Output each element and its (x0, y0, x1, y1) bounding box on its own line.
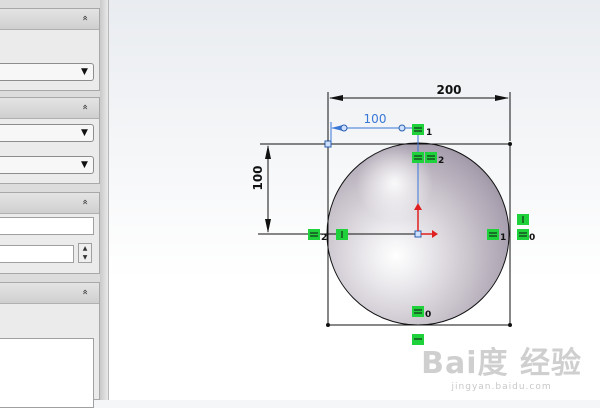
relation-label-bottom-center: 0 (425, 310, 431, 320)
dim-arrow-icon (329, 95, 343, 101)
dim-200-text[interactable]: 200 (436, 83, 461, 97)
relation-horizontal-icon[interactable] (412, 306, 424, 317)
sketch-point-top-right[interactable] (508, 142, 512, 146)
dropdown-3[interactable]: ▼ (0, 156, 94, 174)
collapse-icon[interactable]: » (79, 100, 93, 114)
chevron-down-icon: ▼ (81, 67, 88, 77)
property-group-3: » ▲ ▼ (0, 192, 100, 274)
property-group-4: » (0, 282, 100, 408)
chevron-down-icon: ▼ (81, 128, 88, 138)
relation-label-left-mid: 2 (321, 233, 327, 243)
panel-splitter[interactable] (100, 0, 109, 400)
sketch-point-top-left[interactable] (324, 140, 332, 148)
selection-listbox[interactable] (0, 338, 94, 408)
group-header[interactable]: » (0, 9, 99, 30)
relation-label-top-right: 1 (426, 128, 432, 138)
watermark-url: jingyan.baidu.com (451, 382, 552, 392)
relation-horizontal-icon[interactable] (517, 229, 529, 240)
property-group-1: » ▼ (0, 8, 100, 91)
relation-vertical-icon[interactable] (517, 214, 529, 225)
dim-100-text[interactable]: 100 (251, 165, 265, 190)
spinner-control[interactable]: ▲ ▼ (78, 243, 92, 263)
dim-arrow-icon (495, 95, 509, 101)
dropdown-1[interactable]: ▼ (0, 63, 94, 81)
relation-horizontal-icon[interactable] (412, 152, 424, 163)
dim-offset-text[interactable]: 100 (364, 112, 387, 126)
graphics-area[interactable]: 200 100 100 1 2 2 1 0 0 Bai度 经验 jingyan.… (109, 0, 600, 400)
relation-horizontal-icon[interactable] (412, 124, 424, 135)
numeric-input[interactable] (0, 245, 74, 263)
collapse-icon[interactable]: » (79, 285, 93, 299)
baidu-watermark: Bai度 经验 jingyan.baidu.com (421, 338, 582, 392)
sketch-point-bottom-right[interactable] (508, 323, 512, 327)
watermark-brand: Bai度 经验 (421, 346, 582, 381)
sketch-origin-point[interactable] (414, 230, 422, 238)
property-group-2: » ▼ ▼ (0, 97, 100, 184)
dim-offset-handle[interactable] (340, 124, 348, 132)
relation-label-right-mid-b: 0 (529, 233, 535, 243)
text-input-1[interactable] (0, 217, 94, 235)
relation-label-right-mid-a: 1 (500, 233, 506, 243)
collapse-icon[interactable]: » (79, 11, 93, 25)
relation-horizontal-icon[interactable] (487, 229, 499, 240)
dim-arrow-icon (265, 219, 271, 233)
chevron-down-icon: ▼ (81, 160, 88, 170)
relation-horizontal-icon[interactable] (425, 152, 437, 163)
relation-label-top-center: 2 (438, 156, 444, 166)
relation-horizontal-icon[interactable] (308, 229, 320, 240)
sketch-point-bottom-left[interactable] (326, 323, 330, 327)
group-header[interactable]: » (0, 283, 99, 304)
dim-arrow-icon (265, 145, 271, 159)
property-manager-panel: » ▼ » ▼ ▼ » ▲ ▼ » (0, 0, 101, 408)
group-header[interactable]: » (0, 193, 99, 214)
group-header[interactable]: » (0, 98, 99, 119)
collapse-icon[interactable]: » (79, 195, 93, 209)
relation-vertical-icon[interactable] (336, 229, 348, 240)
dropdown-2[interactable]: ▼ (0, 124, 94, 142)
dim-offset-handle[interactable] (398, 124, 406, 132)
